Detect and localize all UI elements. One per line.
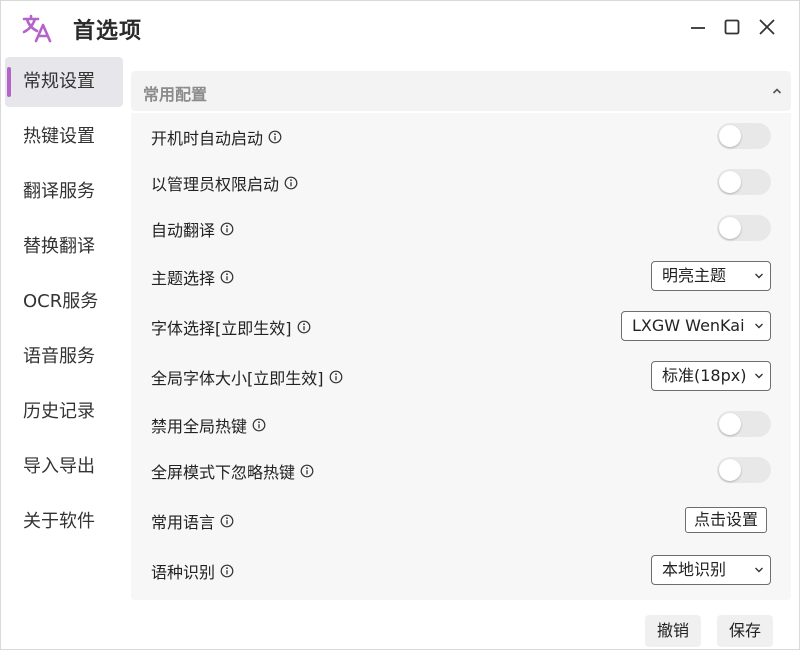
setting-row-auto-start: 开机时自动启动 <box>151 115 771 155</box>
info-icon[interactable] <box>220 222 234 236</box>
settings-panel: 开机时自动启动 以管理员权限启动 自动翻译 主题选择 明亮主题 字体选择[立即生… <box>131 113 791 600</box>
toggle-knob <box>719 413 741 435</box>
setting-row-admin-start: 以管理员权限启动 <box>151 161 771 201</box>
info-icon[interactable] <box>284 176 298 190</box>
info-icon[interactable] <box>252 418 266 432</box>
sidebar-item-replace-translate[interactable]: 替换翻译 <box>5 222 123 272</box>
sidebar-item-about[interactable]: 关于软件 <box>5 497 123 547</box>
font-size-select-value: 标准(18px) <box>662 366 747 385</box>
fullscreen-ignore-hotkeys-toggle[interactable] <box>717 457 771 483</box>
setting-label: 开机时自动启动 <box>151 129 264 148</box>
section-title: 常用配置 <box>143 85 208 104</box>
setting-row-auto-translate: 自动翻译 <box>151 207 771 247</box>
chevron-up-icon[interactable] <box>771 85 783 97</box>
save-button[interactable]: 保存 <box>717 615 774 647</box>
sidebar-item-history[interactable]: 历史记录 <box>5 387 123 437</box>
setting-label: 自动翻译 <box>151 221 216 240</box>
setting-label: 常用语言 <box>151 513 216 532</box>
sidebar-item-hotkeys[interactable]: 热键设置 <box>5 112 123 162</box>
close-icon[interactable] <box>756 16 778 38</box>
admin-start-toggle[interactable] <box>717 169 771 195</box>
auto-start-toggle[interactable] <box>717 123 771 149</box>
sidebar-item-ocr-service[interactable]: OCR服务 <box>5 277 123 327</box>
theme-select-value: 明亮主题 <box>662 266 727 285</box>
language-detection-select[interactable]: 本地识别 <box>651 555 771 585</box>
sidebar-item-import-export[interactable]: 导入导出 <box>5 442 123 492</box>
setting-row-fullscreen-ignore-hotkeys: 全屏模式下忽略热键 <box>151 449 771 489</box>
disable-hotkeys-toggle[interactable] <box>717 411 771 437</box>
setting-label: 主题选择 <box>151 269 216 288</box>
setting-label: 全屏模式下忽略热键 <box>151 463 296 482</box>
maximize-icon[interactable] <box>721 16 743 38</box>
translate-app-icon <box>22 14 52 43</box>
chevron-down-icon <box>755 273 763 279</box>
toggle-knob <box>719 217 741 239</box>
info-icon[interactable] <box>220 270 234 284</box>
setting-row-common-languages: 常用语言 点击设置 <box>151 499 771 539</box>
font-size-select[interactable]: 标准(18px) <box>651 361 771 391</box>
setting-label: 禁用全局热键 <box>151 417 248 436</box>
setting-label: 以管理员权限启动 <box>151 175 280 194</box>
chevron-down-icon <box>755 373 763 379</box>
font-select-value: LXGW WenKai <box>632 316 745 335</box>
chevron-down-icon <box>755 567 763 573</box>
auto-translate-toggle[interactable] <box>717 215 771 241</box>
setting-label: 语种识别 <box>151 563 216 582</box>
sidebar-item-translate-service[interactable]: 翻译服务 <box>5 167 123 217</box>
minimize-icon[interactable] <box>687 16 709 38</box>
preferences-window: 首选项 常规设置 热键设置 翻译服务 替换翻译 OCR服务 语音服务 历史记录 … <box>0 0 800 650</box>
setting-row-disable-hotkeys: 禁用全局热键 <box>151 403 771 443</box>
sidebar-item-tts-service[interactable]: 语音服务 <box>5 332 123 382</box>
window-title: 首选项 <box>73 19 143 44</box>
common-languages-settings-button[interactable]: 点击设置 <box>684 507 767 533</box>
theme-select[interactable]: 明亮主题 <box>651 261 771 291</box>
sidebar-item-general[interactable]: 常规设置 <box>5 57 123 107</box>
title-bar[interactable]: 首选项 <box>1 1 799 55</box>
cancel-button[interactable]: 撤销 <box>645 615 702 647</box>
setting-row-theme: 主题选择 明亮主题 <box>151 255 771 295</box>
setting-row-font-size: 全局字体大小[立即生效] 标准(18px) <box>151 355 771 395</box>
font-select[interactable]: LXGW WenKai <box>621 311 771 341</box>
sidebar: 常规设置 热键设置 翻译服务 替换翻译 OCR服务 语音服务 历史记录 导入导出… <box>5 57 123 552</box>
toggle-knob <box>719 459 741 481</box>
chevron-down-icon <box>755 323 763 329</box>
setting-label: 字体选择[立即生效] <box>151 319 292 338</box>
info-icon[interactable] <box>297 320 311 334</box>
info-icon[interactable] <box>268 130 282 144</box>
toggle-knob <box>719 171 741 193</box>
setting-row-font: 字体选择[立即生效] LXGW WenKai <box>151 305 771 345</box>
info-icon[interactable] <box>329 370 343 384</box>
info-icon[interactable] <box>220 564 234 578</box>
toggle-knob <box>719 125 741 147</box>
setting-row-language-detection: 语种识别 本地识别 <box>151 549 771 589</box>
info-icon[interactable] <box>300 464 314 478</box>
info-icon[interactable] <box>220 514 234 528</box>
setting-label: 全局字体大小[立即生效] <box>151 369 324 388</box>
language-detection-select-value: 本地识别 <box>662 560 727 579</box>
section-header[interactable]: 常用配置 <box>131 71 791 111</box>
